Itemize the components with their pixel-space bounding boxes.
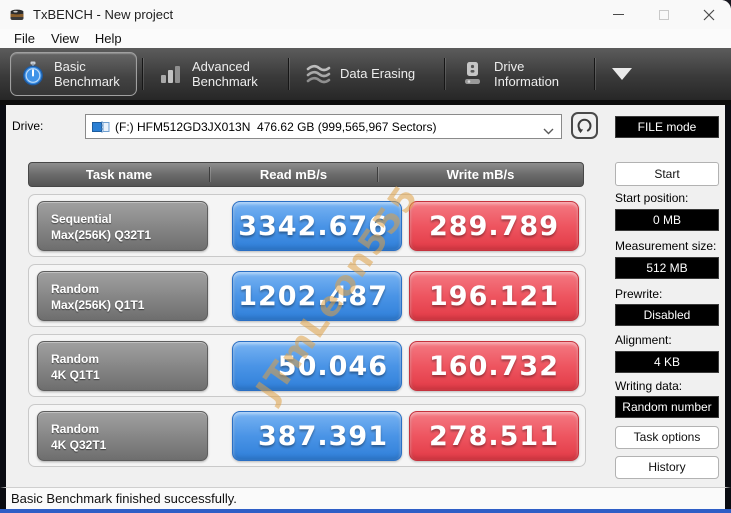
task-button[interactable]: Random 4K Q32T1 xyxy=(37,411,208,461)
table-row: Random Max(256K) Q1T1 1202.487 196.121 xyxy=(28,264,586,327)
task-button[interactable]: Random 4K Q1T1 xyxy=(37,341,208,391)
drive-icon xyxy=(461,61,485,87)
main-content: Drive: (F:) HFM512GD3JX013N 476.62 GB (9… xyxy=(0,105,731,487)
drive-select[interactable]: (F:) HFM512GD3JX013N 476.62 GB (999,565,… xyxy=(85,114,562,139)
refresh-drives-button[interactable] xyxy=(571,112,598,139)
table-row: Sequential Max(256K) Q32T1 3342.676 289.… xyxy=(28,194,586,257)
tab-label: Basic Benchmark xyxy=(54,59,126,90)
measurement-size-value[interactable]: 512 MB xyxy=(615,257,719,279)
header-task-name: Task name xyxy=(29,167,209,182)
task-name-line1: Random xyxy=(51,421,207,437)
waves-icon xyxy=(305,62,331,86)
close-button[interactable] xyxy=(686,0,731,29)
prewrite-value[interactable]: Disabled xyxy=(615,304,719,326)
drive-select-value: (F:) HFM512GD3JX013N 476.62 GB (999,565,… xyxy=(115,120,437,134)
maximize-icon xyxy=(659,10,669,20)
stopwatch-icon xyxy=(21,61,45,87)
header-write: Write mB/s xyxy=(377,167,583,182)
tab-label: Data Erasing xyxy=(340,66,428,81)
status-bar: Basic Benchmark finished successfully. xyxy=(0,487,731,509)
start-position-value[interactable]: 0 MB xyxy=(615,209,719,231)
caret-down-icon[interactable] xyxy=(612,68,632,80)
alignment-value[interactable]: 4 KB xyxy=(615,351,719,373)
app-disk-icon xyxy=(9,7,25,23)
refresh-icon xyxy=(576,117,593,134)
task-button[interactable]: Sequential Max(256K) Q32T1 xyxy=(37,201,208,251)
table-header: Task name Read mB/s Write mB/s xyxy=(28,162,584,187)
write-value: 196.121 xyxy=(409,271,579,321)
drive-partition-icon xyxy=(92,121,110,133)
window-bottom-border xyxy=(0,509,731,513)
start-position-label: Start position: xyxy=(615,191,719,205)
read-value: 387.391 xyxy=(232,411,402,461)
menu-help[interactable]: Help xyxy=(87,31,130,46)
task-name-line1: Random xyxy=(51,351,207,367)
task-options-button[interactable]: Task options xyxy=(615,426,719,449)
chevron-down-icon xyxy=(543,124,554,138)
side-panel: FILE mode Start Start position: 0 MB Mea… xyxy=(615,105,719,479)
read-value: 3342.676 xyxy=(232,201,402,251)
history-button[interactable]: History xyxy=(615,456,719,479)
menu-file[interactable]: File xyxy=(6,31,43,46)
tab-drive-information[interactable]: Drive Information xyxy=(450,52,589,96)
menu-bar: File View Help xyxy=(0,29,731,48)
close-icon xyxy=(703,9,715,21)
minimize-button[interactable] xyxy=(596,0,641,29)
file-mode-button[interactable]: FILE mode xyxy=(615,116,719,138)
task-name-line1: Sequential xyxy=(51,211,207,227)
task-name-line2: 4K Q1T1 xyxy=(51,367,207,383)
start-button[interactable]: Start xyxy=(615,162,719,186)
write-value: 289.789 xyxy=(409,201,579,251)
window-title: TxBENCH - New project xyxy=(33,7,173,22)
writing-data-label: Writing data: xyxy=(615,379,719,393)
writing-data-value[interactable]: Random number xyxy=(615,396,719,418)
write-value: 278.511 xyxy=(409,411,579,461)
tab-advanced-benchmark[interactable]: Advanced Benchmark xyxy=(148,52,283,96)
task-name-line2: 4K Q32T1 xyxy=(51,437,207,453)
measurement-size-label: Measurement size: xyxy=(615,239,719,253)
table-row: Random 4K Q1T1 50.046 160.732 xyxy=(28,334,586,397)
minimize-icon xyxy=(613,14,624,15)
read-value: 50.046 xyxy=(232,341,402,391)
toolbar-separator xyxy=(288,58,289,90)
alignment-label: Alignment: xyxy=(615,333,719,347)
prewrite-label: Prewrite: xyxy=(615,287,719,301)
toolbar: Basic Benchmark Advanced Benchmark Data … xyxy=(0,48,731,105)
toolbar-separator xyxy=(444,58,445,90)
task-name-line2: Max(256K) Q32T1 xyxy=(51,227,207,243)
write-value: 160.732 xyxy=(409,341,579,391)
toolbar-separator xyxy=(594,58,595,90)
table-row: Random 4K Q32T1 387.391 278.511 xyxy=(28,404,586,467)
drive-label: Drive: xyxy=(12,119,43,133)
read-value: 1202.487 xyxy=(232,271,402,321)
task-button[interactable]: Random Max(256K) Q1T1 xyxy=(37,271,208,321)
tab-data-erasing[interactable]: Data Erasing xyxy=(294,52,439,96)
tab-label: Drive Information xyxy=(494,59,578,90)
window-controls xyxy=(596,0,731,29)
toolbar-separator xyxy=(142,58,143,90)
header-read: Read mB/s xyxy=(209,167,377,182)
status-text: Basic Benchmark finished successfully. xyxy=(11,491,237,506)
title-bar: TxBENCH - New project xyxy=(0,0,731,29)
tab-label: Advanced Benchmark xyxy=(192,59,272,90)
task-name-line1: Random xyxy=(51,281,207,297)
menu-view[interactable]: View xyxy=(43,31,87,46)
maximize-button[interactable] xyxy=(641,0,686,29)
task-name-line2: Max(256K) Q1T1 xyxy=(51,297,207,313)
bar-chart-icon xyxy=(159,62,183,86)
app-window: TxBENCH - New project File View Help xyxy=(0,0,731,513)
tab-basic-benchmark[interactable]: Basic Benchmark xyxy=(10,52,137,96)
